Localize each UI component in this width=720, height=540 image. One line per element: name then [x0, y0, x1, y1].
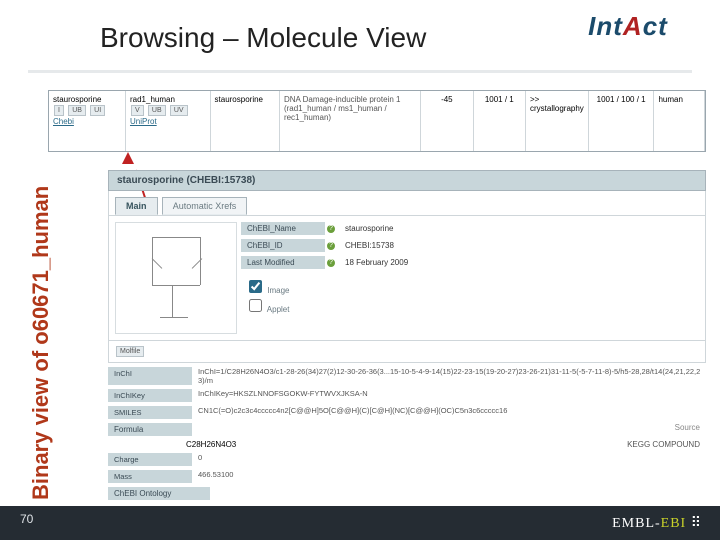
xref-chip[interactable]: I [54, 105, 64, 116]
xref-chip[interactable]: UB [148, 105, 166, 116]
source-column-header: Source [675, 423, 706, 436]
mass-value: 466.53100 [192, 470, 706, 483]
formula-label: Formula [108, 423, 192, 436]
chebi-id-label: ChEBI_ID [241, 239, 325, 252]
chebi-name-label: ChEBI_Name [241, 222, 325, 235]
last-modified-value: 18 February 2009 [335, 258, 408, 267]
protein-description: DNA Damage-inducible protein 1 (rad1_hum… [280, 91, 421, 151]
interactor-a-name: staurosporine [53, 95, 121, 104]
footer-logo: EMBL-EBI ⠿ [612, 515, 702, 532]
toggle-image[interactable]: Image [245, 277, 699, 296]
xref-chip[interactable]: V [131, 105, 144, 116]
chebi-name-value: staurosporine [335, 224, 393, 233]
tab-automatic-xrefs[interactable]: Automatic Xrefs [162, 197, 248, 215]
interactor-b-name: rad1_human [130, 95, 206, 104]
callout-arrow-head [122, 152, 134, 164]
inchikey-label: InChIKey [108, 389, 192, 402]
molecule-structure [115, 222, 237, 334]
count-triplet: 1001 / 100 / 1 [589, 91, 655, 151]
chebi-link[interactable]: Chebi [53, 117, 74, 126]
slide-number: 70 [20, 512, 33, 526]
intact-logo: IntAct [558, 8, 698, 44]
inchi-value: InChI=1/C28H26N4O3/c1-28-26(34)27(2)12-3… [192, 367, 706, 385]
charge-value: 0 [192, 453, 706, 466]
score-value: -45 [421, 91, 473, 151]
inchi-label: InChI [108, 367, 192, 385]
xref-chip[interactable]: UV [170, 105, 188, 116]
chebi-ontology-label: ChEBI Ontology [108, 487, 210, 500]
detection-method: >> crystallography [526, 91, 589, 151]
tab-main[interactable]: Main [115, 197, 158, 215]
smiles-label: SMILES [108, 406, 192, 419]
chebi-id-value: CHEBI:15738 [335, 241, 394, 250]
smiles-value: CN1C(=O)c2c3c4ccccc4n2[C@@H]5O[C@@H](C)[… [192, 406, 706, 419]
help-icon[interactable]: ? [327, 259, 335, 267]
xref-chip[interactable]: UI [90, 105, 105, 116]
charge-label: Charge [108, 453, 192, 466]
chebi-panel: staurosporine (CHEBI:15738) Main Automat… [108, 170, 706, 492]
molfile-chip[interactable]: Molfile [116, 346, 144, 357]
chebi-panel-title: staurosporine (CHEBI:15738) [108, 170, 706, 191]
binary-view-row: staurosporine I UB UI Chebi rad1_human V… [48, 90, 706, 152]
formula-value: C28H26N4O3 [186, 440, 236, 449]
xref-chip[interactable]: UB [68, 105, 86, 116]
organism: human [654, 91, 705, 151]
help-icon[interactable]: ? [327, 242, 335, 250]
header-divider [28, 70, 692, 73]
col-3: staurosporine [211, 91, 280, 151]
count-value: 1001 / 1 [474, 91, 526, 151]
toggle-applet[interactable]: Applet [245, 296, 699, 315]
last-modified-label: Last Modified [241, 256, 325, 269]
page-title: Browsing – Molecule View [100, 22, 426, 54]
uniprot-link[interactable]: UniProt [130, 117, 157, 126]
help-icon[interactable]: ? [327, 225, 335, 233]
mass-label: Mass [108, 470, 192, 483]
sidebar-vertical-label: Binary view of o60671_human [28, 186, 54, 500]
inchikey-value: InChIKey=HKSZLNNOFSGOKW-FYTWVXJKSA-N [192, 389, 706, 402]
chebi-tabs: Main Automatic Xrefs [108, 191, 706, 216]
source-value: KEGG COMPOUND [627, 440, 706, 449]
